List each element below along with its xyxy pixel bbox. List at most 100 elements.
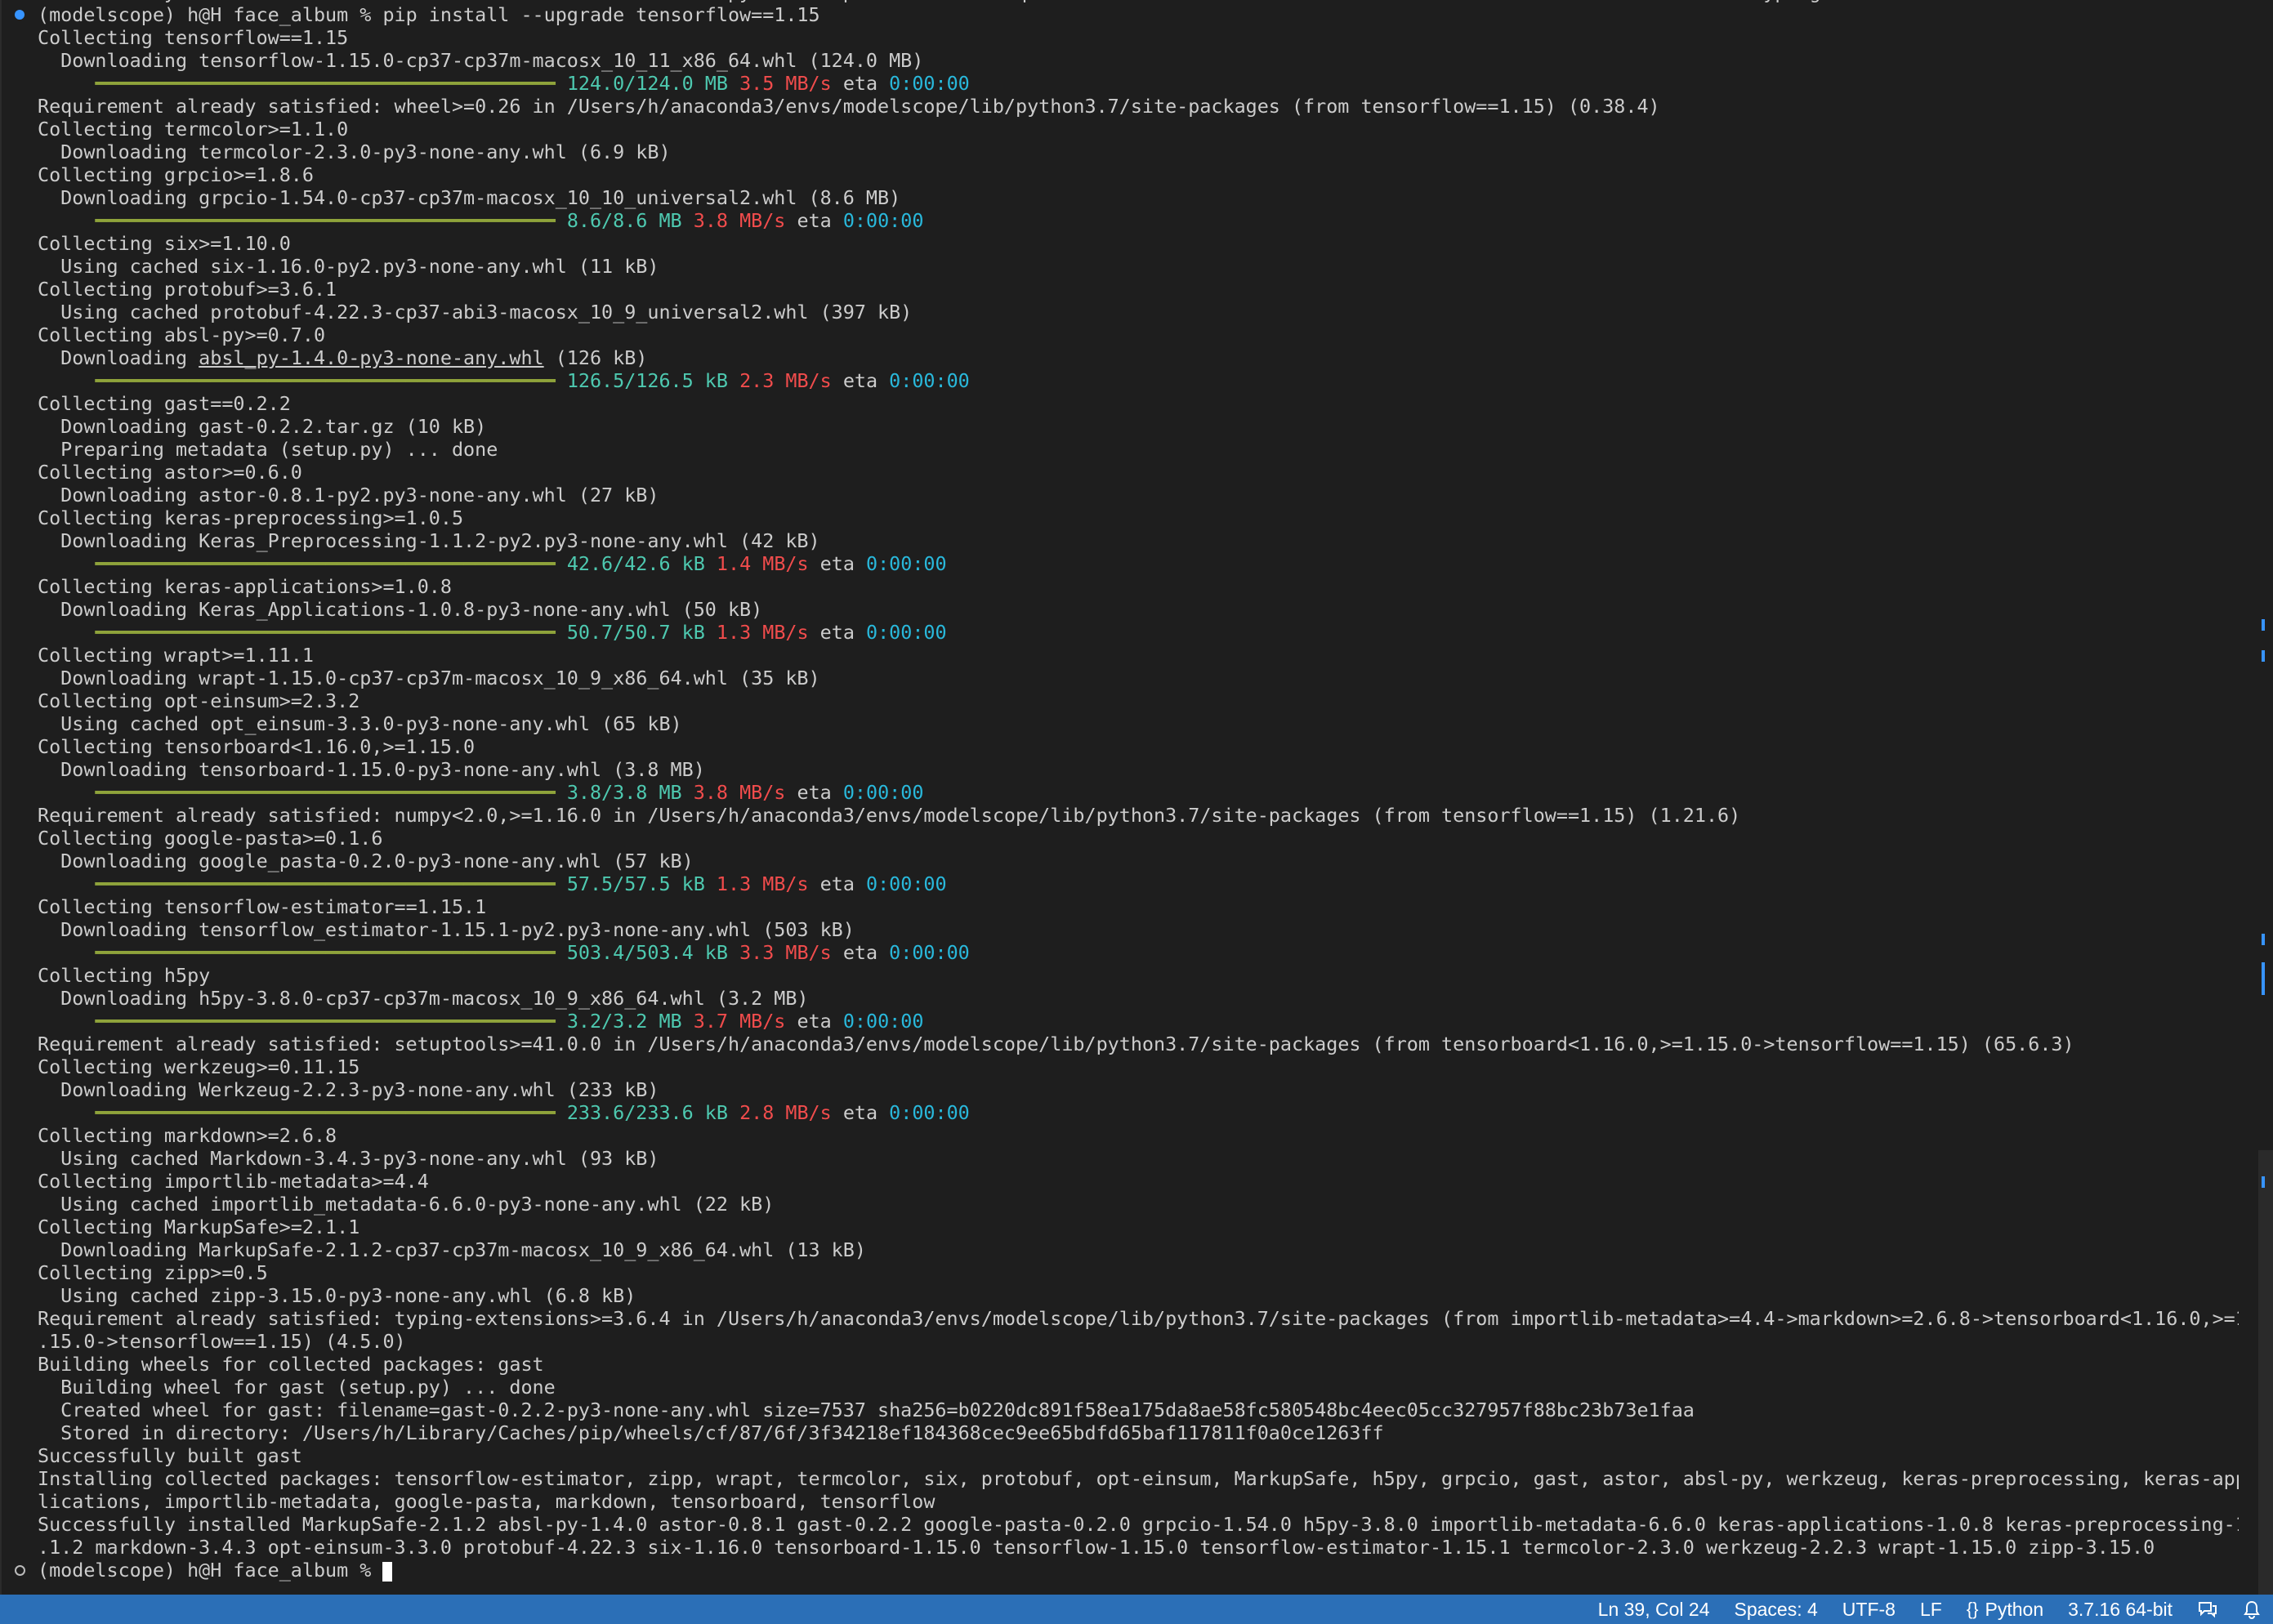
terminal-line: Collecting tensorflow==1.15 bbox=[0, 26, 2239, 49]
terminal-text: Collecting absl-py>=0.7.0 bbox=[38, 323, 326, 346]
terminal-text: eta bbox=[831, 369, 890, 392]
terminal-line: ━━━━━━━━━━━━━━━━━━━━━━━━━━━━━━━━━━━━━━━━… bbox=[0, 1010, 2239, 1033]
terminal-line: Collecting tensorflow-estimator==1.15.1 bbox=[0, 895, 2239, 918]
terminal-line: Using cached zipp-3.15.0-py3-none-any.wh… bbox=[0, 1284, 2239, 1307]
terminal-text: eta bbox=[808, 621, 866, 644]
terminal-text: Using cached zipp-3.15.0-py3-none-any.wh… bbox=[38, 1284, 636, 1307]
terminal-text: Building wheels for collected packages: … bbox=[38, 1353, 544, 1376]
terminal-text: Collecting astor>=0.6.0 bbox=[38, 461, 302, 484]
terminal-line: Installing collected packages: tensorflo… bbox=[0, 1467, 2239, 1490]
scrollbar-thumb[interactable] bbox=[2258, 1150, 2273, 1595]
terminal-line: ━━━━━━━━━━━━━━━━━━━━━━━━━━━━━━━━━━━━━━━━… bbox=[0, 872, 2239, 895]
terminal-text: Downloading astor-0.8.1-py2.py3-none-any… bbox=[38, 484, 659, 506]
scrollbar-marker bbox=[2262, 1176, 2265, 1188]
terminal-text: eta bbox=[831, 72, 890, 95]
terminal-text: 0:00:00 bbox=[842, 1010, 924, 1033]
notifications-icon[interactable] bbox=[2231, 1599, 2273, 1619]
terminal-text: Collecting opt-einsum>=2.3.2 bbox=[38, 689, 360, 712]
terminal-line: ━━━━━━━━━━━━━━━━━━━━━━━━━━━━━━━━━━━━━━━━… bbox=[0, 941, 2239, 964]
command-decoration-icon[interactable] bbox=[15, 10, 25, 20]
terminal-text: Downloading tensorflow-1.15.0-cp37-cp37m… bbox=[38, 49, 924, 72]
terminal-text: 0:00:00 bbox=[889, 941, 970, 964]
status-indentation[interactable]: Spaces: 4 bbox=[1722, 1595, 1830, 1624]
status-interpreter-label: 3.7.16 64-bit bbox=[2068, 1599, 2173, 1620]
terminal-line: Successfully installed MarkupSafe-2.1.2 … bbox=[0, 1513, 2239, 1536]
terminal-line: lications, importlib-metadata, google-pa… bbox=[0, 1490, 2239, 1513]
terminal-text: Collecting importlib-metadata>=4.4 bbox=[38, 1170, 429, 1193]
terminal-text: .1.2 markdown-3.4.3 opt-einsum-3.3.0 pro… bbox=[38, 1536, 2155, 1559]
terminal-line: Downloading gast-0.2.2.tar.gz (10 kB) bbox=[0, 415, 2239, 438]
terminal-line: Preparing metadata (setup.py) ... done bbox=[0, 438, 2239, 461]
terminal-line: Requirement already satisfied: numpy<2.0… bbox=[0, 804, 2239, 827]
status-interpreter[interactable]: 3.7.16 64-bit bbox=[2056, 1595, 2185, 1624]
terminal-text: Successfully installed MarkupSafe-2.1.2 … bbox=[38, 1513, 2239, 1536]
terminal-text: Using cached Markdown-3.4.3-py3-none-any… bbox=[38, 1147, 659, 1170]
terminal-text: Created wheel for gast: filename=gast-0.… bbox=[38, 1399, 1695, 1421]
terminal-text: Downloading google_pasta-0.2.0-py3-none-… bbox=[38, 850, 694, 872]
terminal-text: Downloading gast-0.2.2.tar.gz (10 kB) bbox=[38, 415, 487, 438]
status-line-ending[interactable]: LF bbox=[1908, 1595, 1954, 1624]
status-encoding[interactable]: UTF-8 bbox=[1830, 1595, 1908, 1624]
status-indentation-label: Spaces: 4 bbox=[1734, 1599, 1818, 1620]
terminal-text: Collecting tensorflow-estimator==1.15.1 bbox=[38, 895, 487, 918]
download-progress-bar: ━━━━━━━━━━━━━━━━━━━━━━━━━━━━━━━━━━━━━━━━ bbox=[38, 552, 556, 575]
terminal-line: Using cached Markdown-3.4.3-py3-none-any… bbox=[0, 1147, 2239, 1170]
terminal-scrollbar[interactable] bbox=[2258, 0, 2273, 1595]
terminal-text: Collecting zipp>=0.5 bbox=[38, 1261, 268, 1284]
terminal-line: Downloading h5py-3.8.0-cp37-cp37m-macosx… bbox=[0, 987, 2239, 1010]
download-progress-bar: ━━━━━━━━━━━━━━━━━━━━━━━━━━━━━━━━━━━━━━━━ bbox=[38, 209, 556, 232]
terminal-line: ━━━━━━━━━━━━━━━━━━━━━━━━━━━━━━━━━━━━━━━━… bbox=[0, 369, 2239, 392]
terminal-text: absl_py-1.4.0-py3-none-any.whl bbox=[199, 346, 544, 369]
status-encoding-label: UTF-8 bbox=[1842, 1599, 1896, 1620]
terminal-text: Downloading termcolor-2.3.0-py3-none-any… bbox=[38, 141, 671, 163]
terminal-text: Collecting six>=1.10.0 bbox=[38, 232, 291, 255]
feedback-icon[interactable] bbox=[2185, 1599, 2231, 1619]
terminal-text: Using cached protobuf-4.22.3-cp37-abi3-m… bbox=[38, 301, 913, 323]
terminal-text: Downloading tensorflow_estimator-1.15.1-… bbox=[38, 918, 855, 941]
terminal-text: 3.7 MB/s bbox=[693, 1010, 786, 1033]
terminal-text: Using cached importlib_metadata-6.6.0-py… bbox=[38, 1193, 775, 1216]
terminal-line: ━━━━━━━━━━━━━━━━━━━━━━━━━━━━━━━━━━━━━━━━… bbox=[0, 552, 2239, 575]
terminal-text: 1.4 MB/s bbox=[716, 552, 809, 575]
terminal-text: 1.3 MB/s bbox=[716, 621, 809, 644]
terminal-text: 0:00:00 bbox=[866, 552, 947, 575]
terminal-text: eta bbox=[785, 781, 843, 804]
command-decoration-icon[interactable] bbox=[15, 1565, 25, 1576]
terminal-text: Requirement already satisfied: numpy<2.0… bbox=[38, 804, 1741, 827]
terminal-text: Using cached six-1.16.0-py2.py3-none-any… bbox=[38, 255, 659, 278]
terminal-line: Collecting termcolor>=1.1.0 bbox=[0, 118, 2239, 141]
terminal-text: Collecting keras-applications>=1.0.8 bbox=[38, 575, 452, 598]
terminal-line: Collecting h5py bbox=[0, 964, 2239, 987]
terminal-line: Using cached protobuf-4.22.3-cp37-abi3-m… bbox=[0, 301, 2239, 323]
scrollbar-marker bbox=[2262, 650, 2265, 662]
status-cursor-position[interactable]: Ln 39, Col 24 bbox=[1586, 1595, 1722, 1624]
download-progress-bar: ━━━━━━━━━━━━━━━━━━━━━━━━━━━━━━━━━━━━━━━━ bbox=[38, 1010, 556, 1033]
terminal-text: Collecting wrapt>=1.11.1 bbox=[38, 644, 314, 667]
terminal-text: Installing collected packages: tensorflo… bbox=[38, 1467, 2239, 1490]
terminal-text: Successfully built gast bbox=[38, 1444, 302, 1467]
download-progress-bar: ━━━━━━━━━━━━━━━━━━━━━━━━━━━━━━━━━━━━━━━━ bbox=[38, 941, 556, 964]
terminal-text: Collecting tensorboard<1.16.0,>=1.15.0 bbox=[38, 735, 476, 758]
terminal-text: Downloading wrapt-1.15.0-cp37-cp37m-maco… bbox=[38, 667, 820, 689]
status-line-ending-label: LF bbox=[1919, 1599, 1942, 1620]
status-language-mode[interactable]: {} Python bbox=[1954, 1595, 2056, 1624]
terminal-output[interactable]: Successfully installed charset-normalize… bbox=[0, 0, 2239, 1599]
terminal-line: Downloading Werkzeug-2.2.3-py3-none-any.… bbox=[0, 1078, 2239, 1101]
terminal-line: Downloading MarkupSafe-2.1.2-cp37-cp37m-… bbox=[0, 1238, 2239, 1261]
terminal-line: Downloading tensorflow_estimator-1.15.1-… bbox=[0, 918, 2239, 941]
terminal-text: Downloading Keras_Preprocessing-1.1.2-py… bbox=[38, 529, 820, 552]
terminal-line: Stored in directory: /Users/h/Library/Ca… bbox=[0, 1421, 2239, 1444]
terminal-text: eta bbox=[785, 209, 843, 232]
terminal-line: Collecting astor>=0.6.0 bbox=[0, 461, 2239, 484]
terminal-line: Requirement already satisfied: typing-ex… bbox=[0, 1307, 2239, 1330]
gutter-divider bbox=[0, 0, 2, 1595]
terminal-line: Requirement already satisfied: wheel>=0.… bbox=[0, 95, 2239, 118]
